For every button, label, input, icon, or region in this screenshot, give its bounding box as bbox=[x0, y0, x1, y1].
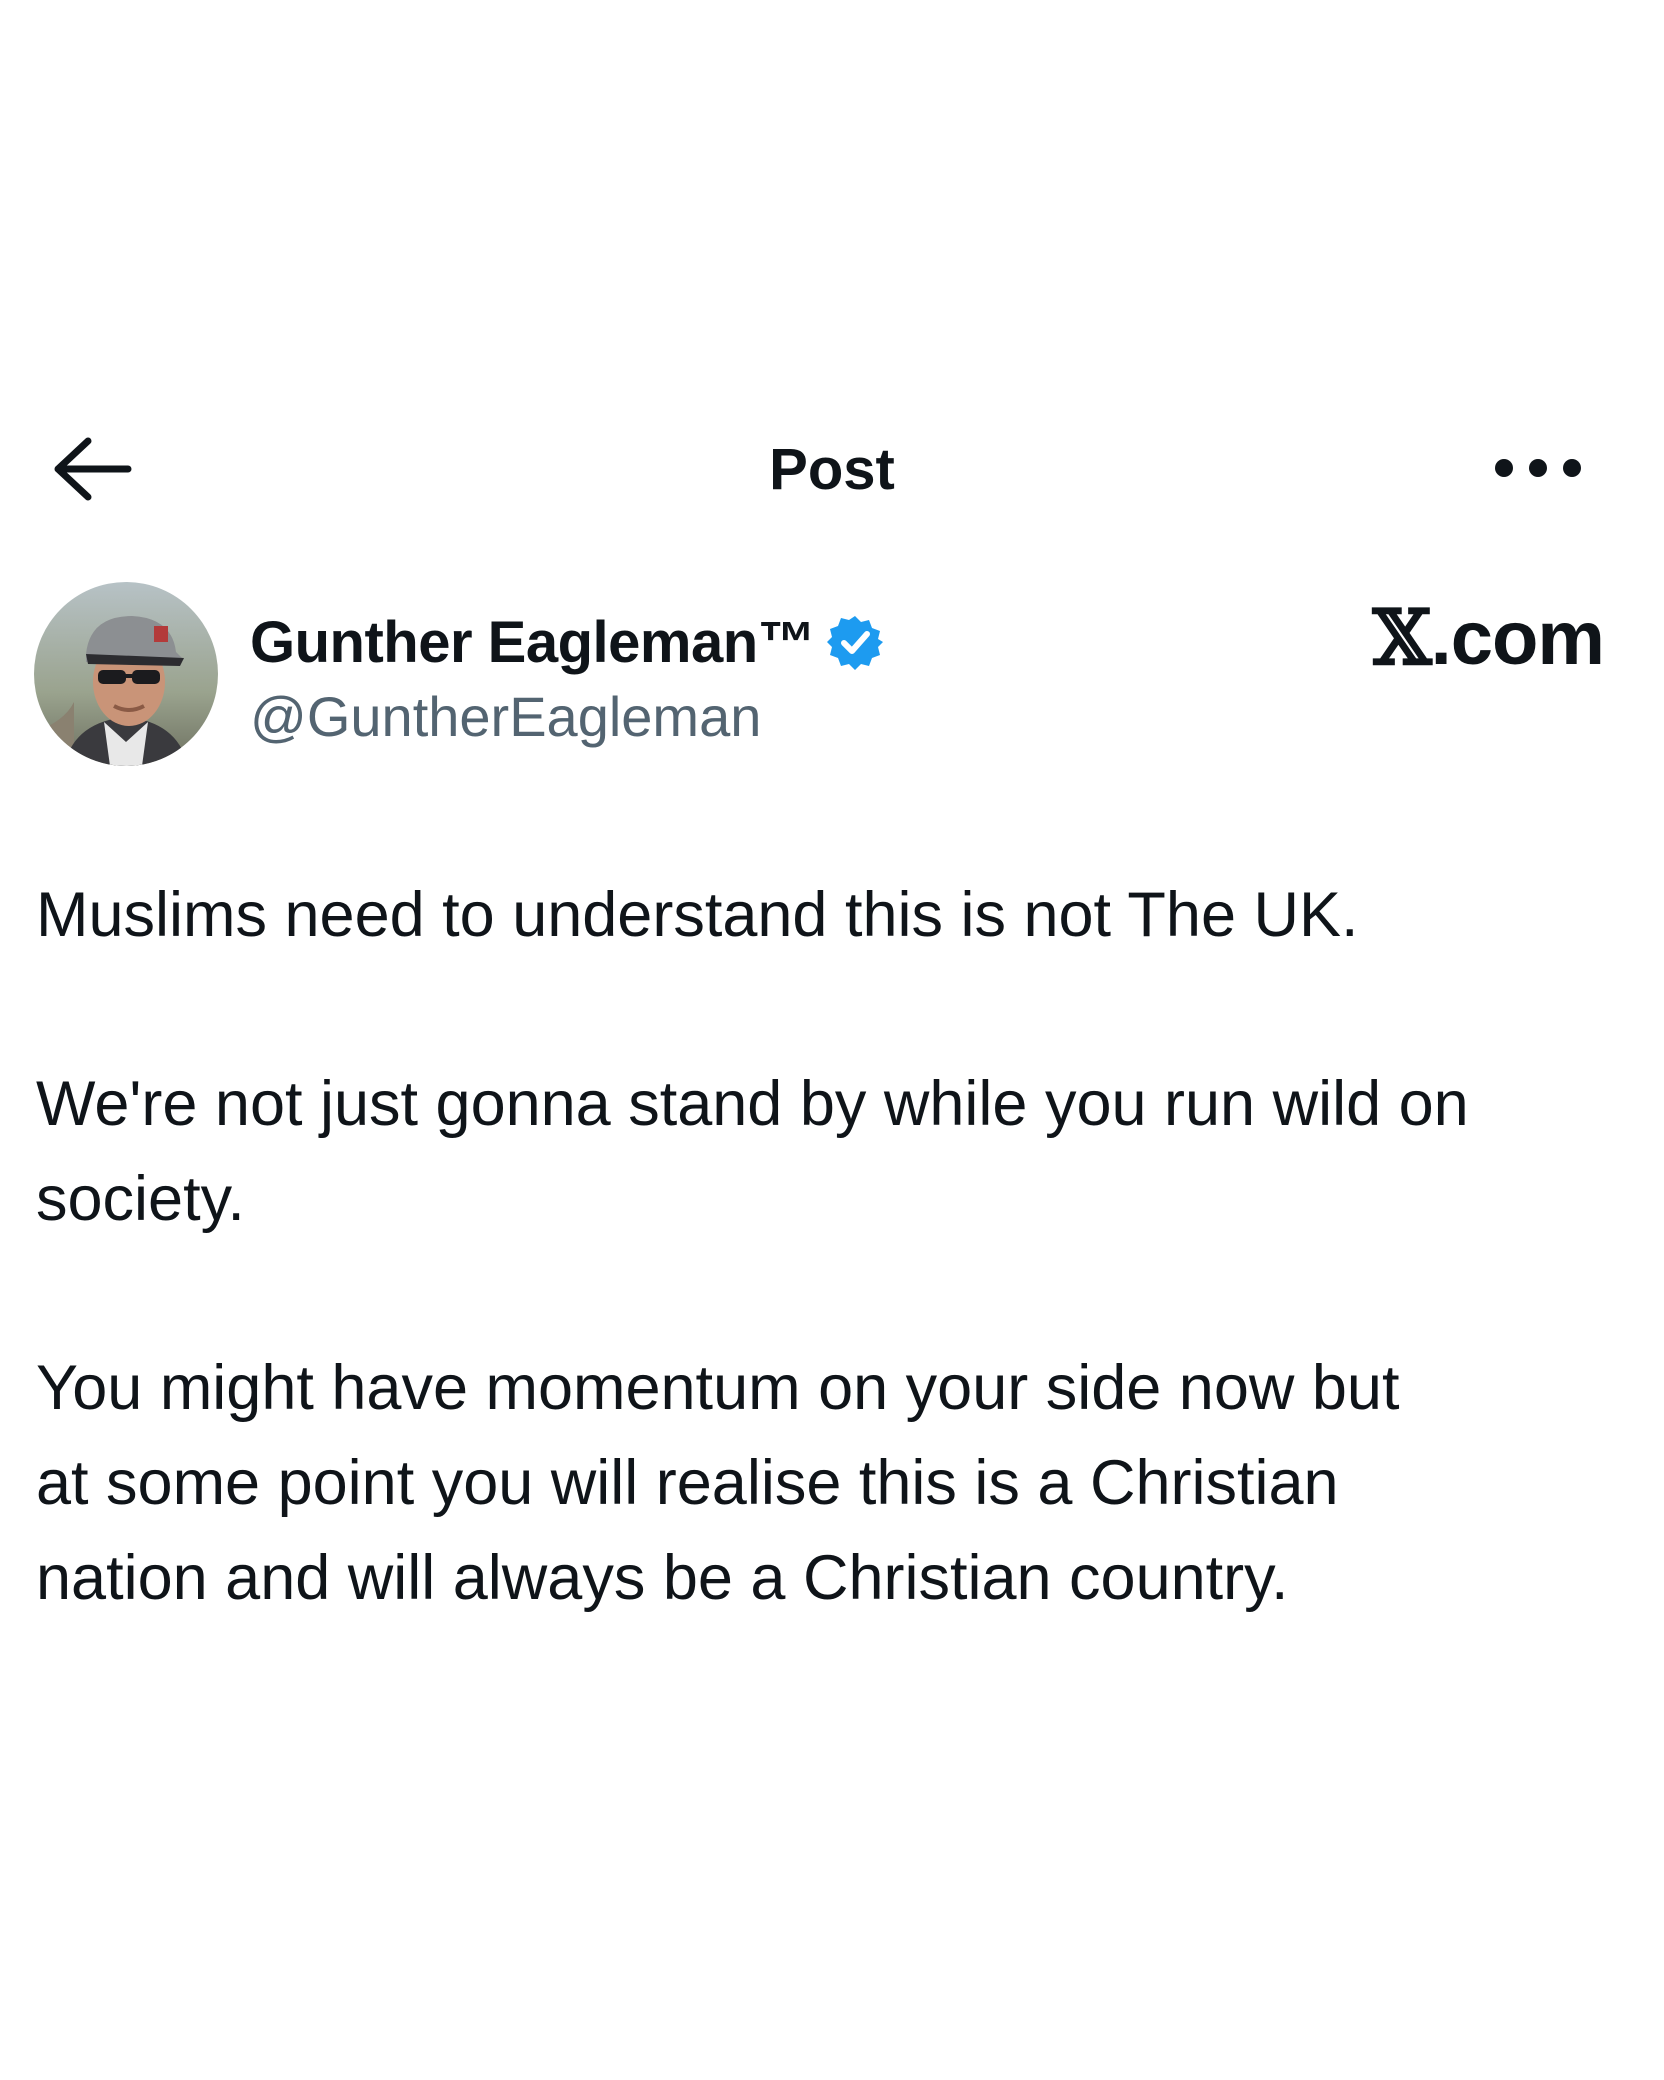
verified-badge-icon bbox=[827, 614, 884, 670]
avatar-photo bbox=[34, 582, 218, 766]
brand-logo: 𝕏.com bbox=[1373, 600, 1605, 677]
brand-domain: .com bbox=[1430, 596, 1605, 681]
user-handle[interactable]: @GuntherEagleman bbox=[250, 684, 761, 749]
post-paragraph: We're not just gonna stand by while you … bbox=[36, 1069, 1469, 1234]
post-text: Muslims need to understand this is not T… bbox=[36, 868, 1636, 1720]
post-paragraph: Muslims need to understand this is not T… bbox=[36, 880, 1359, 950]
post-author: Gunther Eagleman™ @GuntherEagleman 𝕏.com bbox=[0, 580, 1664, 780]
more-horizontal-icon bbox=[1495, 459, 1581, 477]
post-header: Post bbox=[0, 420, 1664, 520]
post-paragraph: You might have momentum on your side now… bbox=[36, 1353, 1400, 1613]
display-name-row: Gunther Eagleman™ bbox=[250, 606, 884, 678]
page-title: Post bbox=[769, 437, 895, 502]
x-logo-icon: 𝕏 bbox=[1372, 593, 1432, 682]
more-options-button[interactable] bbox=[1488, 448, 1588, 488]
display-name[interactable]: Gunther Eagleman™ bbox=[250, 609, 816, 676]
avatar[interactable] bbox=[34, 582, 218, 766]
